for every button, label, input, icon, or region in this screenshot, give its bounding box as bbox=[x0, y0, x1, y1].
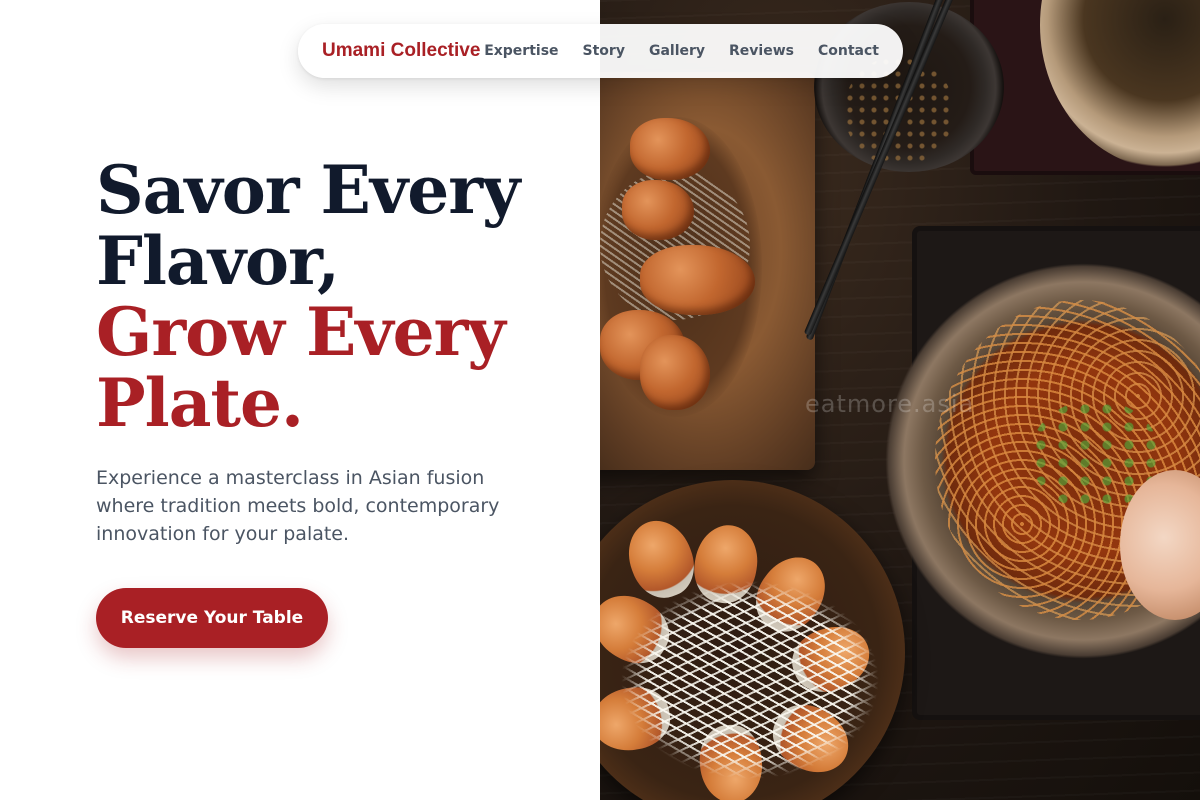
hero-food-photo: eatmore.asia bbox=[600, 0, 1200, 800]
bean-sprouts bbox=[620, 580, 880, 780]
nav-links: Expertise Story Gallery Reviews Contact bbox=[484, 43, 879, 59]
nav-link-story[interactable]: Story bbox=[583, 43, 625, 59]
brand-logo-text[interactable]: Umami Collective bbox=[322, 40, 480, 62]
hero-title: Savor Every Flavor, Grow Every Plate. bbox=[96, 155, 576, 439]
nav-link-reviews[interactable]: Reviews bbox=[729, 43, 794, 59]
nav-link-contact[interactable]: Contact bbox=[818, 43, 879, 59]
nav-link-gallery[interactable]: Gallery bbox=[649, 43, 705, 59]
hero-subtitle: Experience a masterclass in Asian fusion… bbox=[96, 467, 500, 545]
hero-title-accent-line: Plate. bbox=[96, 364, 304, 442]
karaage-piece bbox=[640, 245, 755, 315]
karaage-piece bbox=[640, 335, 710, 410]
photo-watermark: eatmore.asia bbox=[805, 390, 975, 418]
nav-link-expertise[interactable]: Expertise bbox=[484, 43, 558, 59]
top-navigation: Umami Collective Expertise Story Gallery… bbox=[298, 24, 903, 78]
reserve-table-button[interactable]: Reserve Your Table bbox=[96, 588, 328, 648]
hero-title-line: Savor Every bbox=[96, 151, 520, 229]
karaage-piece bbox=[622, 180, 694, 240]
hero-title-accent-line: Grow Every bbox=[96, 293, 506, 371]
hero-title-line: Flavor, bbox=[96, 222, 340, 300]
karaage-piece bbox=[630, 118, 710, 180]
